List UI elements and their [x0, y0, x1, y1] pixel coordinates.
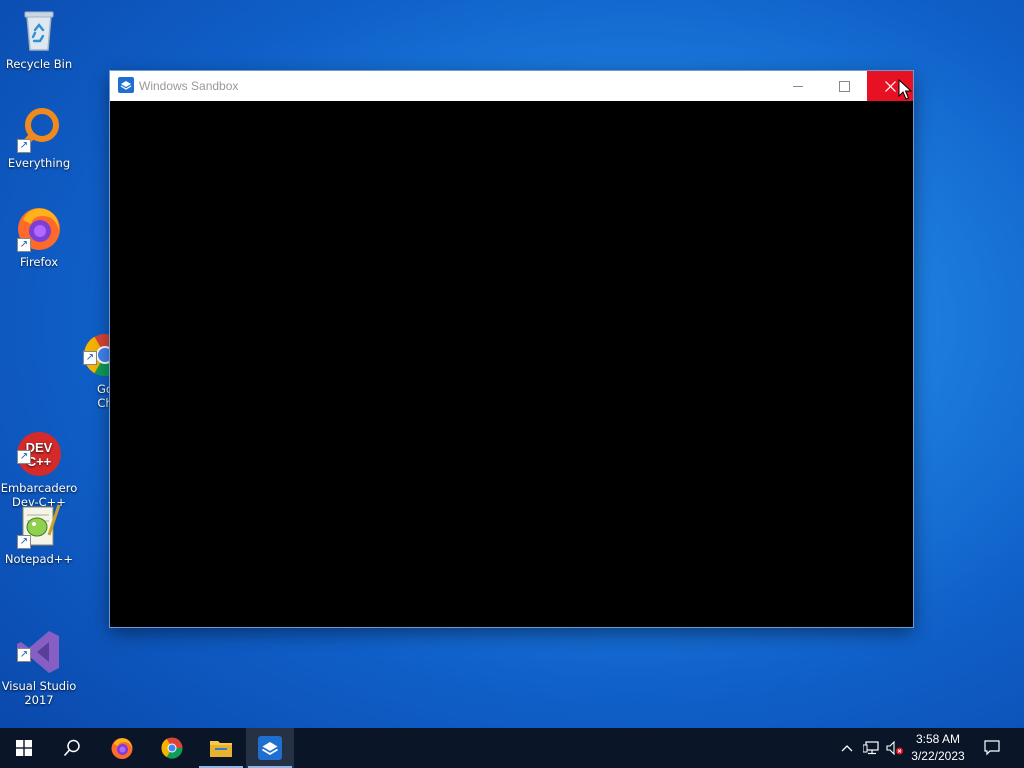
taskbar-firefox[interactable]	[98, 728, 146, 768]
minimize-icon	[793, 85, 803, 87]
start-button[interactable]	[0, 728, 48, 768]
visual-studio-icon: ↗	[15, 614, 63, 673]
maximize-icon	[838, 80, 850, 92]
close-icon	[884, 80, 896, 92]
windows-sandbox-icon	[258, 736, 282, 760]
desktop-icon-firefox[interactable]: ↗ Firefox	[0, 204, 78, 269]
shortcut-arrow-icon: ↗	[17, 139, 31, 153]
taskbar-file-explorer[interactable]	[197, 728, 245, 768]
mouse-cursor-icon	[898, 79, 912, 100]
chrome-icon	[161, 737, 183, 759]
network-status-button[interactable]	[860, 728, 882, 768]
desktop-icon-label: Recycle Bin	[5, 57, 73, 71]
desktop-icon-label: Notepad++	[4, 552, 74, 566]
shortcut-arrow-icon: ↗	[17, 535, 31, 549]
shortcut-arrow-icon: ↗	[17, 238, 31, 252]
windows-sandbox-icon	[118, 77, 134, 93]
search-icon	[63, 739, 80, 757]
desktop-icon-recycle-bin[interactable]: Recycle Bin	[0, 6, 78, 71]
firefox-icon: ↗	[15, 204, 63, 252]
network-icon	[863, 741, 879, 755]
show-hidden-icons-button[interactable]	[836, 728, 858, 768]
clock-time: 3:58 AM	[915, 732, 961, 746]
devcpp-icon: DEV C++ ↗	[15, 416, 63, 476]
recycle-bin-icon	[15, 6, 63, 54]
desktop-icon-label: Everything	[7, 156, 71, 170]
taskbar: 3:58 AM 3/22/2023	[0, 728, 1024, 768]
shortcut-arrow-icon: ↗	[83, 351, 97, 365]
desktop-icon-everything[interactable]: ↗ Everything	[0, 105, 78, 170]
chevron-up-icon	[841, 745, 853, 752]
desktop-icon-notepadpp[interactable]: ↗ Notepad++	[0, 501, 78, 566]
taskbar-windows-sandbox[interactable]	[246, 728, 294, 768]
windows-logo-icon	[16, 740, 32, 756]
shortcut-arrow-icon: ↗	[17, 648, 31, 662]
volume-muted-icon	[886, 741, 903, 755]
notification-icon	[984, 740, 1000, 756]
clock-date: 3/22/2023	[911, 749, 965, 763]
shortcut-arrow-icon: ↗	[17, 450, 31, 464]
action-center-button[interactable]	[978, 728, 1006, 768]
sandbox-window[interactable]: Windows Sandbox	[110, 71, 913, 627]
window-title: Windows Sandbox	[139, 79, 239, 93]
everything-search-icon: ↗	[15, 105, 63, 153]
desktop-icon-label: Firefox	[19, 255, 59, 269]
folder-icon	[210, 741, 232, 757]
minimize-button[interactable]	[775, 71, 821, 101]
sandbox-content-area[interactable]	[110, 101, 913, 627]
taskbar-clock[interactable]: 3:58 AM 3/22/2023	[906, 731, 970, 765]
volume-button[interactable]	[884, 728, 906, 768]
firefox-icon	[111, 738, 133, 759]
notepadpp-icon: ↗	[15, 501, 63, 549]
taskbar-chrome[interactable]	[148, 728, 196, 768]
desktop-icon-visual-studio[interactable]: ↗ Visual Studio 2017	[0, 600, 78, 721]
desktop-icon-label: Visual Studio 2017	[1, 679, 77, 707]
maximize-button[interactable]	[821, 71, 867, 101]
search-button[interactable]	[48, 728, 96, 768]
window-titlebar[interactable]: Windows Sandbox	[110, 71, 913, 101]
